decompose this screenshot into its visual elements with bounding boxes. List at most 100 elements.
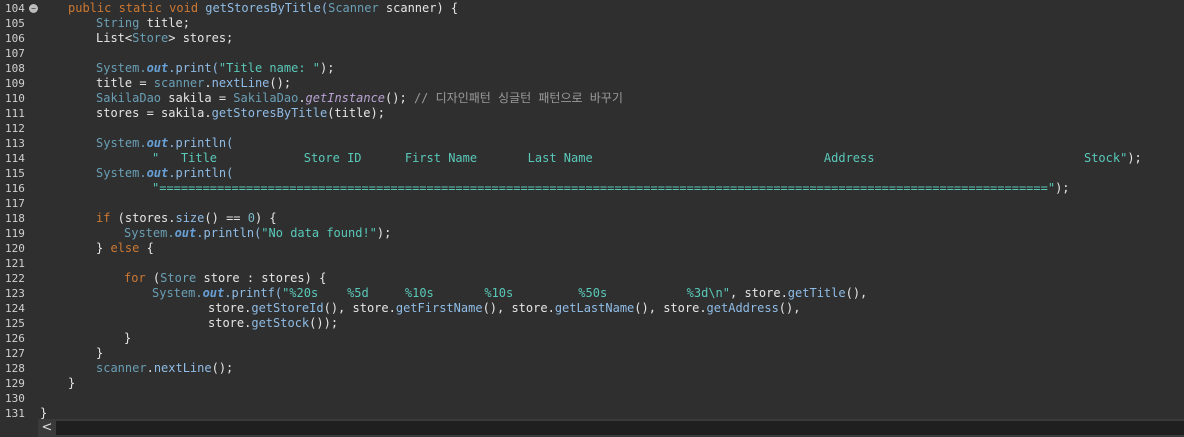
code-line[interactable]: 123 System.out.printf("%20s %5d %10s %10s… — [0, 286, 1184, 301]
code-token: else — [110, 241, 140, 255]
scroll-left-arrow-icon[interactable]: < — [40, 419, 54, 437]
code-token: .println( — [196, 226, 262, 240]
code-line[interactable]: 121 — [0, 256, 1184, 271]
line-number: 113 — [5, 137, 25, 150]
code-line[interactable]: 108 System.out.print("Title name: "); — [0, 61, 1184, 76]
code-token: " Title Store ID First Name Last Name Ad… — [152, 151, 1128, 165]
code-line[interactable]: 128 scanner.nextLine(); — [0, 361, 1184, 376]
code-token: (), store. — [323, 301, 396, 315]
code-line[interactable]: 119 System.out.println("No data found!"); — [0, 226, 1184, 241]
code-token: > stores; — [168, 31, 234, 45]
scrollbar-left-margin — [0, 419, 38, 437]
code-line[interactable]: 111 stores = sakila.getStoresByTitle(titl… — [0, 106, 1184, 121]
code-token: "Title name: " — [218, 61, 320, 75]
code-token: nextLine — [153, 361, 212, 375]
code-text: } — [124, 331, 131, 346]
code-token: System. — [96, 166, 147, 180]
code-token: scanner) { — [378, 1, 459, 15]
line-number: 118 — [5, 212, 25, 225]
code-token: store. — [208, 301, 252, 315]
code-line[interactable]: 120} else { — [0, 241, 1184, 256]
code-token: .println( — [168, 136, 234, 150]
code-line[interactable]: 127} — [0, 346, 1184, 361]
line-number: 117 — [5, 197, 25, 210]
code-token: for — [124, 271, 146, 285]
code-line[interactable]: 122 for (Store store : stores) { — [0, 271, 1184, 286]
code-line[interactable]: 126} — [0, 331, 1184, 346]
code-token: getStoreId — [251, 301, 324, 315]
code-token: getAddress — [706, 301, 779, 315]
line-number: 122 — [5, 272, 25, 285]
code-line[interactable]: 116 "====================================… — [0, 181, 1184, 196]
code-line[interactable]: 110 SakilaDao sakila = SakilaDao.getInsta… — [0, 91, 1184, 106]
code-token: "No data found!" — [261, 226, 377, 240]
code-line[interactable]: 107 — [0, 46, 1184, 61]
code-token: out — [146, 166, 169, 180]
line-number: 124 — [5, 302, 25, 315]
code-line[interactable]: 129} — [0, 376, 1184, 391]
line-number: 127 — [5, 347, 25, 360]
code-token: .print( — [168, 61, 219, 75]
code-text: "=======================================… — [152, 181, 1070, 196]
code-token: } — [124, 331, 132, 345]
line-number: 125 — [5, 317, 25, 330]
code-text: System.out.printf("%20s %5d %10s %10s %5… — [152, 286, 867, 301]
scrollbar-track[interactable] — [56, 421, 1184, 435]
code-token: String — [96, 16, 140, 30]
code-text: } — [96, 346, 103, 361]
code-text: store.getStoreId(), store.getFirstName()… — [208, 301, 800, 316]
code-line[interactable]: 106 List<Store> stores; — [0, 31, 1184, 46]
code-line[interactable]: 113 System.out.println( — [0, 136, 1184, 151]
code-token: ); — [1055, 181, 1070, 195]
horizontal-scrollbar[interactable]: < — [0, 419, 1184, 437]
code-line[interactable]: 130 — [0, 391, 1184, 406]
code-token: scanner — [153, 76, 205, 90]
code-line[interactable]: 112 — [0, 121, 1184, 136]
code-line[interactable]: 109 title = scanner.nextLine(); — [0, 76, 1184, 91]
code-line[interactable]: 104− public static void getStoresByTitle(… — [0, 1, 1184, 16]
code-token: (), store. — [634, 301, 707, 315]
line-number: 116 — [5, 182, 25, 195]
code-token: () == — [204, 211, 248, 225]
code-token: out — [146, 61, 169, 75]
code-text: System.out.print("Title name: "); — [96, 61, 334, 76]
code-token: Store — [132, 31, 169, 45]
code-line[interactable]: 105 String title; — [0, 16, 1184, 31]
code-token: } — [40, 406, 48, 420]
code-line[interactable]: 125 store.getStock()); — [0, 316, 1184, 331]
line-number: 129 — [5, 377, 25, 390]
code-token: ( — [145, 271, 161, 285]
code-line[interactable]: 117 — [0, 196, 1184, 211]
code-text: scanner.nextLine(); — [96, 361, 233, 376]
code-token: . — [204, 76, 212, 90]
code-token: if — [96, 211, 111, 225]
code-token: } — [96, 241, 111, 255]
code-token: System. — [124, 226, 175, 240]
line-number: 126 — [5, 332, 25, 345]
code-line[interactable]: 124 store.getStoreId(), store.getFirstNam… — [0, 301, 1184, 316]
line-number: 128 — [5, 362, 25, 375]
code-token: } — [96, 346, 104, 360]
line-number: 104 — [5, 2, 25, 15]
code-line[interactable]: 114 " Title Store ID First Name Last Name… — [0, 151, 1184, 166]
code-token: System. — [96, 61, 147, 75]
code-token: size — [175, 211, 205, 225]
code-line[interactable]: 118 if (stores.size() == 0) { — [0, 211, 1184, 226]
code-token: nextLine — [211, 76, 270, 90]
code-token: out — [146, 136, 169, 150]
code-text: SakilaDao sakila = SakilaDao.getInstance… — [96, 91, 623, 106]
line-number: 112 — [5, 122, 25, 135]
code-token: ); — [320, 61, 335, 75]
code-token: public static void — [68, 1, 206, 15]
code-token: getStoresByTitle — [211, 106, 328, 120]
code-text: store.getStock()); — [208, 316, 338, 331]
code-token: stores = sakila. — [96, 106, 212, 120]
code-token: SakilaDao — [233, 91, 299, 105]
code-token: getFirstName — [395, 301, 483, 315]
line-number: 107 — [5, 47, 25, 60]
code-line[interactable]: 115 System.out.println( — [0, 166, 1184, 181]
line-number: 105 — [5, 17, 25, 30]
fold-collapse-icon[interactable]: − — [29, 4, 38, 13]
code-token: sakila = — [161, 91, 234, 105]
code-editor[interactable]: 104− public static void getStoresByTitle (… — [0, 0, 1184, 420]
